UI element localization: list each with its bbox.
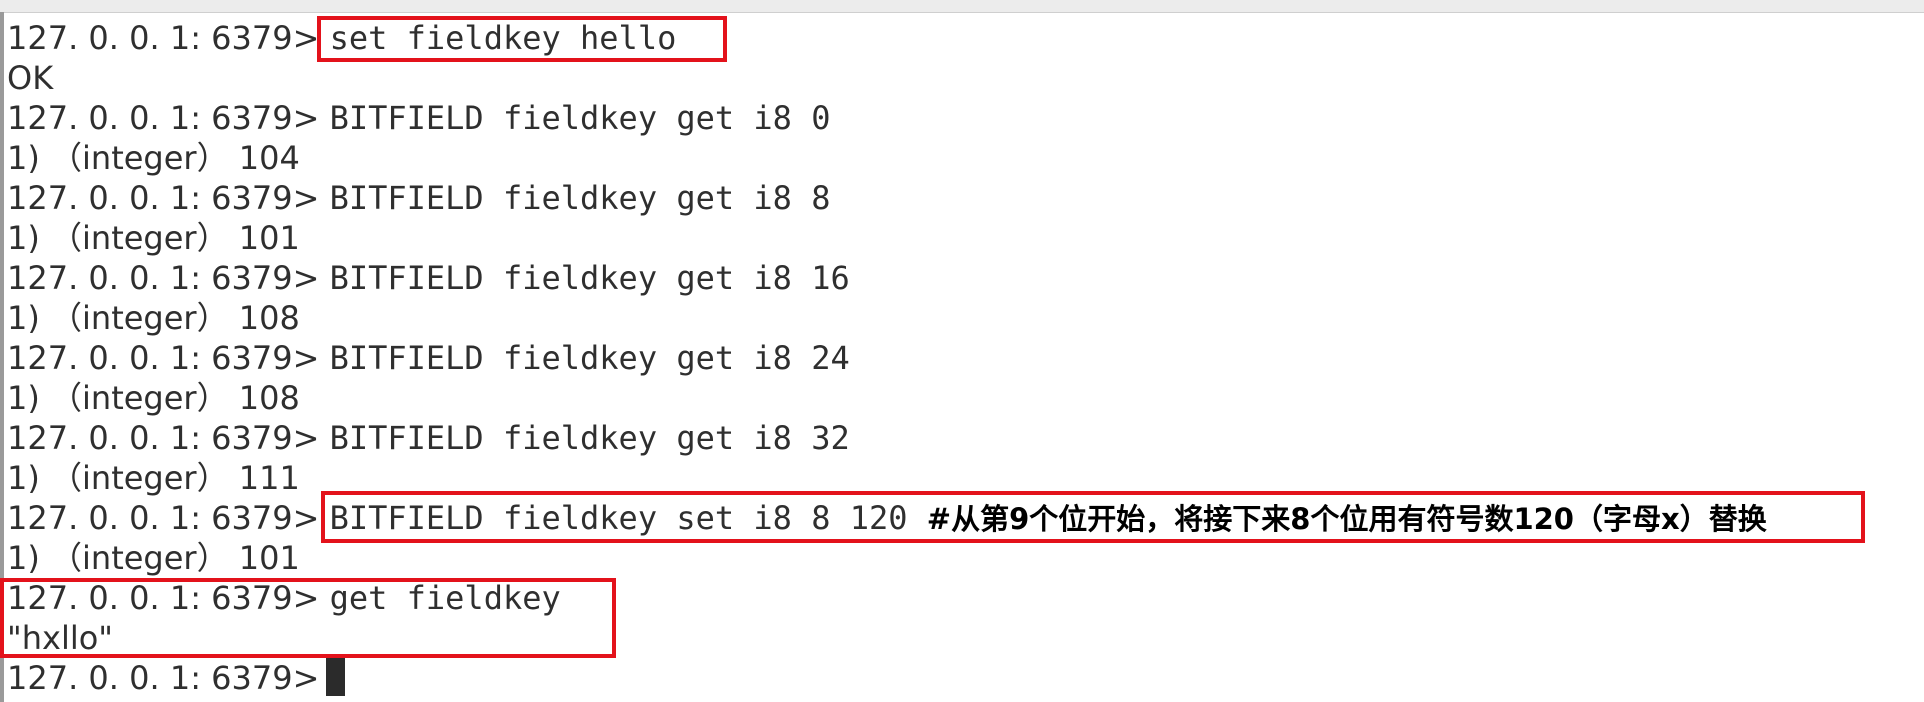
output-text: 1) （integer） 101	[7, 219, 300, 257]
prompt-text: 127. 0. 0. 1: 6379>	[7, 99, 330, 137]
prompt-text: 127. 0. 0. 1: 6379>	[7, 259, 330, 297]
terminal-line: 127. 0. 0. 1: 6379> BITFIELD fieldkey ge…	[7, 178, 830, 218]
output-text: 1) （integer） 104	[7, 139, 300, 177]
output-text: 1) （integer） 111	[7, 459, 300, 497]
terminal-line: OK	[7, 58, 53, 98]
prompt-text: 127. 0. 0. 1: 6379>	[7, 339, 330, 377]
terminal-line: 1) （integer） 111	[7, 458, 300, 498]
highlight-box-set-command	[317, 16, 727, 62]
command-text: BITFIELD fieldkey get i8 24	[329, 339, 850, 377]
terminal-line: 127. 0. 0. 1: 6379>	[7, 658, 330, 698]
terminal-line: 1) （integer） 108	[7, 298, 300, 338]
terminal-line: 1) （integer） 101	[7, 538, 300, 578]
prompt-text: 127. 0. 0. 1: 6379>	[7, 179, 330, 217]
prompt-text: 127. 0. 0. 1: 6379>	[7, 499, 330, 537]
terminal-line: 127. 0. 0. 1: 6379> BITFIELD fieldkey ge…	[7, 338, 850, 378]
output-text: 1) （integer） 108	[7, 379, 300, 417]
highlight-box-get-result	[0, 578, 616, 658]
terminal-line: 127. 0. 0. 1: 6379> BITFIELD fieldkey ge…	[7, 418, 850, 458]
prompt-text: 127. 0. 0. 1: 6379>	[7, 419, 330, 457]
terminal-line: 127. 0. 0. 1: 6379> BITFIELD fieldkey ge…	[7, 258, 850, 298]
prompt-text: 127. 0. 0. 1: 6379>	[7, 659, 330, 697]
terminal-line: 1) （integer） 108	[7, 378, 300, 418]
command-text: BITFIELD fieldkey get i8 16	[329, 259, 850, 297]
terminal-line: 1) （integer） 104	[7, 138, 300, 178]
terminal-line: 1) （integer） 101	[7, 218, 300, 258]
output-text: OK	[7, 59, 54, 97]
highlight-box-bitfield-set-command	[321, 491, 1865, 543]
text-cursor	[326, 657, 345, 696]
output-text: 1) （integer） 108	[7, 299, 300, 337]
command-text: BITFIELD fieldkey get i8 8	[329, 179, 831, 217]
command-text: BITFIELD fieldkey get i8 32	[329, 419, 850, 457]
terminal-line: 127. 0. 0. 1: 6379> BITFIELD fieldkey ge…	[7, 98, 830, 138]
command-text: BITFIELD fieldkey get i8 0	[329, 99, 831, 137]
prompt-text: 127. 0. 0. 1: 6379>	[7, 19, 330, 57]
output-text: 1) （integer） 101	[7, 539, 300, 577]
